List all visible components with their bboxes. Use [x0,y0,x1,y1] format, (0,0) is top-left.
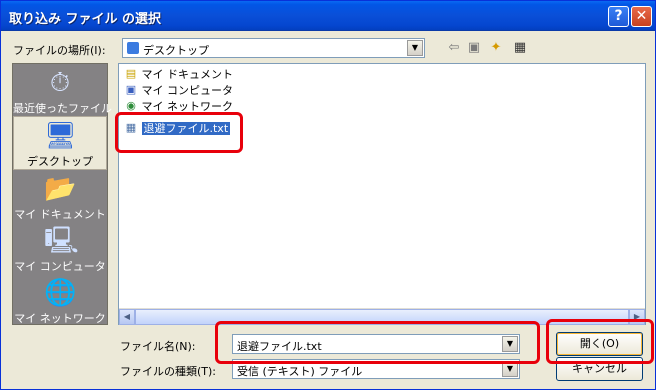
place-my-computer[interactable]: 🖳 マイ コンピュータ [13,222,107,276]
place-my-documents[interactable]: 📂 マイ ドキュメント [13,170,107,224]
place-label: デスクトップ [27,155,93,168]
views-menu-icon[interactable]: ▦ [511,39,529,57]
file-list[interactable]: ▤ マイ ドキュメント ▣ マイ コンピュータ ◉ マイ ネットワーク ▦ 退避… [118,63,646,325]
highlight-filename [215,321,540,364]
desktop-icon: 🖥 [44,121,78,151]
desktop-small-icon [127,42,139,54]
place-label: マイ ドキュメント [14,208,106,221]
highlight-open-button [546,319,654,364]
file-name: マイ ドキュメント [141,68,234,81]
place-recent[interactable]: ⏱ 最近使ったファイル [13,64,112,118]
place-my-network[interactable]: 🌐 マイ ネットワーク [13,274,107,328]
place-label: マイ ネットワーク [14,312,106,325]
filetype-label: ファイルの種類(T): [120,365,217,378]
folder-icon: ▤ [125,67,137,80]
my-documents-icon: 📂 [44,174,77,204]
dialog-title: 取り込み ファイル の選択 [9,12,162,27]
location-value: デスクトップ [143,44,209,57]
highlight-selected-file [115,112,243,153]
computer-icon: ▣ [125,83,137,96]
list-item[interactable]: ▤ マイ ドキュメント [124,66,233,82]
place-label: 最近使ったファイル [13,102,112,115]
place-desktop[interactable]: 🖥 デスクトップ [13,116,107,170]
location-label: ファイルの場所(I): [13,44,106,57]
title-bar[interactable]: 取り込み ファイル の選択 ? ✕ [1,1,655,31]
my-network-icon: 🌐 [44,278,77,308]
places-bar: ⏱ 最近使ったファイル 🖥 デスクトップ 📂 マイ ドキュメント 🖳 マイ コン… [12,63,112,328]
close-button[interactable]: ✕ [631,6,652,27]
filetype-value: 受信 (テキスト) ファイル [237,365,363,378]
location-dropdown-arrow[interactable]: ▼ [407,40,423,56]
back-icon[interactable]: ⇦ [445,39,463,57]
place-label: マイ コンピュータ [14,260,106,273]
network-icon: ◉ [126,99,136,112]
new-folder-icon[interactable]: ✦ [487,39,505,57]
scroll-left-icon[interactable]: ◀ [119,309,135,325]
file-name: マイ コンピュータ [141,84,234,97]
list-item[interactable]: ▣ マイ コンピュータ [124,82,233,98]
recent-icon: ⏱ [49,68,71,98]
location-dropdown[interactable]: デスクトップ ▼ [122,38,425,58]
filename-label: ファイル名(N): [120,340,196,353]
help-button[interactable]: ? [608,6,629,27]
file-open-dialog: 取り込み ファイル の選択 ? ✕ ファイルの場所(I): デスクトップ ▼ ⇦… [0,0,656,390]
my-computer-icon: 🖳 [44,226,79,256]
up-folder-icon[interactable]: ▣ [465,39,483,57]
